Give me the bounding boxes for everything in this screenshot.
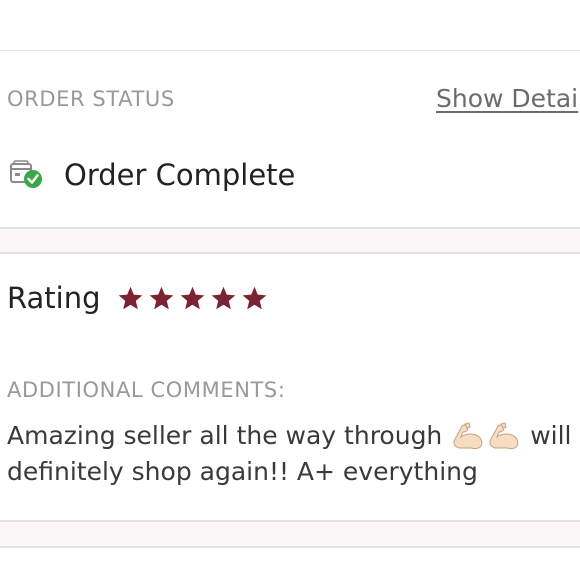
show-details-link[interactable]: Show Detai [436, 84, 578, 113]
top-divider [0, 50, 580, 51]
order-status-row: Order Complete [9, 155, 295, 195]
section-separator [0, 227, 580, 254]
next-section-partial [7, 566, 207, 580]
star-icon [180, 286, 204, 309]
rating-stars [117, 285, 268, 312]
flexed-biceps-icon [451, 420, 485, 450]
star-icon [242, 286, 266, 309]
section-separator-bottom [0, 520, 580, 548]
box-check-icon [9, 157, 45, 193]
order-status-text: Order Complete [64, 158, 296, 192]
rating-label: Rating [7, 281, 101, 315]
additional-comments-label: ADDITIONAL COMMENTS: [7, 378, 286, 402]
comment-text: Amazing seller all the way through will … [7, 418, 580, 490]
order-detail-page: ORDER STATUS Show Detai Order Complete R… [0, 0, 580, 580]
comment-text-part1: Amazing seller all the way through [7, 421, 443, 450]
flexed-biceps-icon [487, 420, 521, 450]
star-icon [149, 286, 173, 309]
order-status-label: ORDER STATUS [7, 87, 175, 111]
star-icon [211, 286, 235, 309]
star-icon [118, 286, 142, 309]
rating-row: Rating [7, 278, 268, 318]
